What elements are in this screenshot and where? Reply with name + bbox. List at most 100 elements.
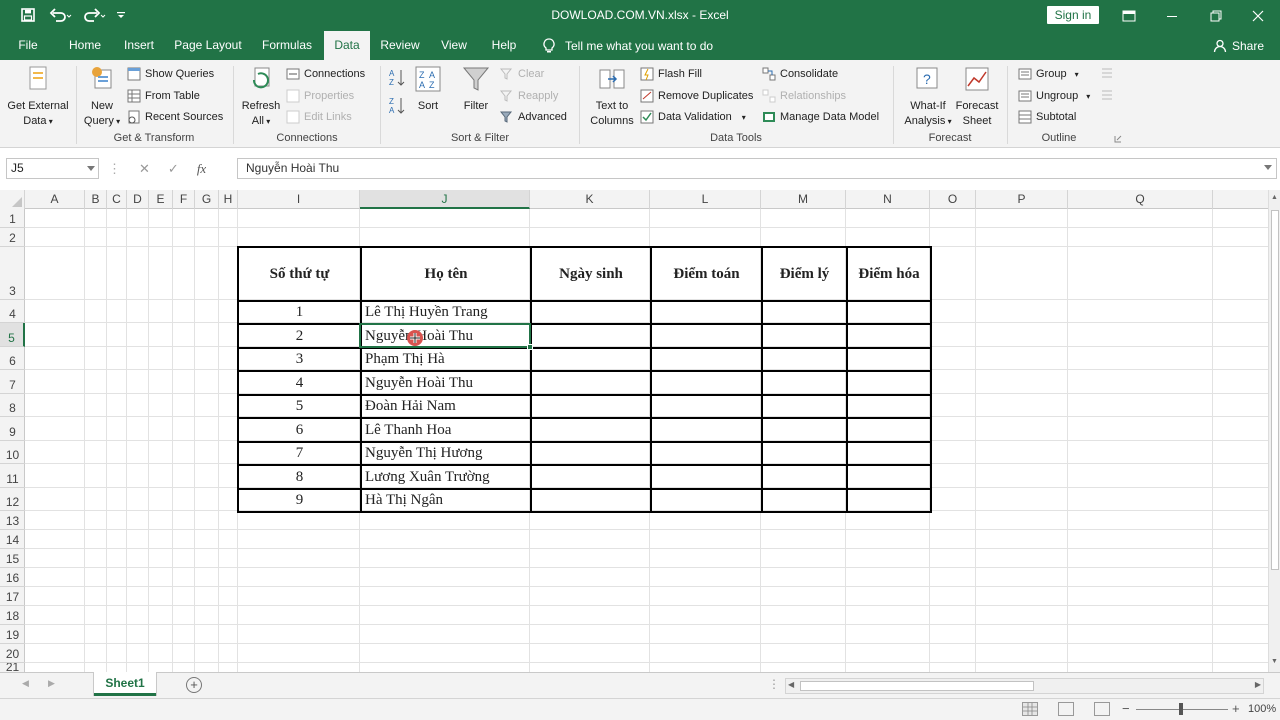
cell-empty[interactable] [650, 488, 763, 513]
ribbon-display-options-icon[interactable] [1107, 0, 1151, 31]
page-layout-view-icon[interactable] [1058, 702, 1074, 716]
group-button[interactable]: Group ▾ [1018, 65, 1079, 83]
cell-empty[interactable] [761, 394, 848, 419]
cell-stt[interactable]: 2 [237, 323, 362, 349]
cell-empty[interactable] [530, 394, 652, 419]
row-header[interactable]: 7 [0, 370, 25, 394]
expand-formula-bar-icon[interactable] [1264, 165, 1272, 170]
worksheet-grid[interactable]: Số thứ tự Họ tên Ngày sinh Điểm toán Điể… [25, 209, 1268, 672]
header-physics[interactable]: Điểm lý [761, 246, 848, 302]
scroll-right-icon[interactable]: ▶ [1255, 680, 1261, 689]
row-header[interactable]: 19 [0, 625, 25, 644]
show-detail-icon[interactable] [1100, 66, 1114, 83]
cell-name[interactable]: Nguyễn Hoài Thu [360, 370, 532, 396]
cell-empty[interactable] [650, 300, 763, 325]
cell-empty[interactable] [761, 370, 848, 396]
column-header-b[interactable]: B [85, 190, 107, 209]
header-birthdate[interactable]: Ngày sinh [530, 246, 652, 302]
filter-button[interactable]: Filter [458, 64, 494, 114]
previous-sheet-icon[interactable]: ◀ [22, 678, 29, 689]
cell-stt[interactable]: 8 [237, 464, 362, 490]
cell-empty[interactable] [650, 323, 763, 349]
refresh-all-button[interactable]: Refresh All ▾ [238, 64, 284, 129]
text-to-columns-button[interactable]: Text to Columns [586, 64, 638, 129]
cell-empty[interactable] [650, 417, 763, 443]
cell-empty[interactable] [530, 300, 652, 325]
cell-name[interactable]: Hà Thị Ngân [360, 488, 532, 513]
fill-handle[interactable] [527, 344, 533, 350]
row-header[interactable]: 8 [0, 394, 25, 417]
cell-empty[interactable] [650, 347, 763, 372]
vertical-scroll-thumb[interactable] [1271, 210, 1279, 570]
sort-za-icon[interactable]: ZA [388, 96, 406, 119]
insert-function-icon[interactable]: fx [197, 161, 206, 177]
column-header-o[interactable]: O [930, 190, 976, 209]
header-stt[interactable]: Số thứ tự [237, 246, 362, 302]
row-header[interactable]: 21 [0, 663, 25, 672]
cell-empty[interactable] [761, 488, 848, 513]
cell-empty[interactable] [846, 370, 932, 396]
row-header[interactable]: 1 [0, 209, 25, 228]
enter-icon[interactable]: ✓ [168, 161, 179, 177]
scroll-up-icon[interactable]: ▲ [1271, 194, 1278, 201]
row-header[interactable]: 6 [0, 347, 25, 370]
column-header-i[interactable]: I [238, 190, 360, 209]
row-header-selected[interactable]: 5 [0, 323, 25, 347]
recent-sources-button[interactable]: Recent Sources [127, 108, 223, 126]
cell-name[interactable]: Lê Thanh Hoa [360, 417, 532, 443]
manage-data-model-button[interactable]: Manage Data Model [762, 108, 879, 126]
cell-name[interactable]: Nguyễn Thị Hương [360, 441, 532, 466]
tab-file[interactable]: File [10, 31, 46, 60]
cell-empty[interactable] [761, 417, 848, 443]
row-header[interactable]: 20 [0, 644, 25, 663]
show-queries-button[interactable]: Show Queries [127, 65, 214, 83]
cell-empty[interactable] [846, 323, 932, 349]
tab-home[interactable]: Home [62, 31, 108, 60]
row-header[interactable]: 12 [0, 488, 25, 511]
hide-detail-icon[interactable] [1100, 88, 1114, 105]
advanced-filter-button[interactable]: Advanced [500, 108, 567, 126]
properties-button[interactable]: Properties [286, 87, 354, 105]
formula-input[interactable]: Nguyễn Hoài Thu [237, 158, 1277, 179]
column-header-q[interactable]: Q [1068, 190, 1213, 209]
cell-empty[interactable] [650, 441, 763, 466]
name-box[interactable]: J5 [6, 158, 99, 179]
cell-stt[interactable]: 7 [237, 441, 362, 466]
column-header-d[interactable]: D [127, 190, 149, 209]
cell-name[interactable]: Lê Thị Huyền Trang [360, 300, 532, 325]
sign-in-button[interactable]: Sign in [1047, 6, 1099, 24]
chevron-down-icon[interactable] [87, 166, 95, 171]
scroll-down-icon[interactable]: ▼ [1271, 658, 1278, 665]
header-math[interactable]: Điểm toán [650, 246, 763, 302]
minimize-icon[interactable] [1150, 0, 1194, 31]
row-header[interactable]: 10 [0, 441, 25, 464]
cell-empty[interactable] [650, 370, 763, 396]
tell-me-box[interactable]: Tell me what you want to do [543, 31, 713, 60]
tab-page-layout[interactable]: Page Layout [170, 31, 246, 60]
outline-dialog-launcher-icon[interactable] [1114, 134, 1122, 146]
row-header[interactable]: 11 [0, 464, 25, 488]
row-header[interactable]: 15 [0, 549, 25, 568]
cell-empty[interactable] [650, 464, 763, 490]
cell-empty[interactable] [761, 464, 848, 490]
cell-stt[interactable]: 1 [237, 300, 362, 325]
sort-az-icon[interactable]: AZ [388, 68, 406, 91]
add-sheet-icon[interactable]: + [186, 677, 202, 693]
new-query-button[interactable]: New Query ▾ [80, 64, 124, 129]
cell-empty[interactable] [846, 300, 932, 325]
split-handle-icon[interactable]: ⋮ [768, 677, 780, 691]
horizontal-scrollbar[interactable]: ◀ ▶ [785, 678, 1264, 694]
connections-button[interactable]: Connections [286, 65, 365, 83]
close-icon[interactable] [1236, 0, 1280, 31]
cell-stt[interactable]: 4 [237, 370, 362, 396]
zoom-level[interactable]: 100% [1248, 703, 1276, 715]
sort-button[interactable]: ZAAZ Sort [412, 64, 444, 114]
forecast-sheet-button[interactable]: Forecast Sheet [952, 64, 1002, 129]
row-header[interactable]: 9 [0, 417, 25, 441]
column-header-m[interactable]: M [761, 190, 846, 209]
row-header[interactable]: 3 [0, 247, 25, 300]
cell-empty[interactable] [530, 323, 652, 349]
cell-empty[interactable] [846, 417, 932, 443]
row-header[interactable]: 14 [0, 530, 25, 549]
zoom-out-icon[interactable]: − [1122, 701, 1130, 716]
